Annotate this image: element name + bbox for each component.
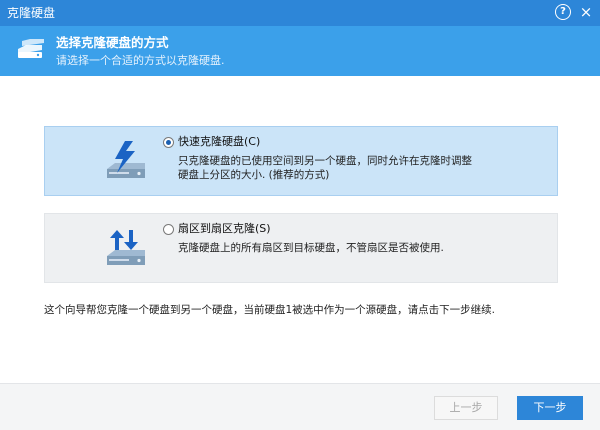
close-button[interactable]: × [578, 4, 594, 20]
sector-transfer-disk-icon [107, 230, 145, 265]
header-title: 选择克隆硬盘的方式 [56, 35, 169, 50]
disk-clone-icon [18, 39, 44, 58]
option-quick-clone[interactable]: 快速克隆硬盘(C) 只克隆硬盘的已使用空间到另一个硬盘，同时允许在克隆时调整硬盘… [44, 126, 558, 196]
quick-clone-radio[interactable] [163, 137, 174, 148]
help-button[interactable]: ? [555, 4, 571, 20]
wizard-info-text: 这个向导帮您克隆一个硬盘到另一个硬盘，当前硬盘1被选中作为一个源硬盘，请点击下一… [44, 304, 496, 316]
sector-clone-description: 克隆硬盘上的所有扇区到目标硬盘，不管扇区是否被使用. [178, 242, 444, 254]
sector-clone-radio[interactable] [163, 224, 174, 235]
option-sector-clone[interactable]: 扇区到扇区克隆(S) 克隆硬盘上的所有扇区到目标硬盘，不管扇区是否被使用. [44, 213, 558, 283]
back-button[interactable]: 上一步 [434, 396, 498, 420]
wizard-header: 选择克隆硬盘的方式 请选择一个合适的方式以克隆硬盘. [0, 26, 600, 76]
quick-clone-description: 只克隆硬盘的已使用空间到另一个硬盘，同时允许在克隆时调整硬盘上分区的大小. (推… [178, 155, 472, 181]
window-titlebar: 克隆硬盘 ? × [0, 0, 600, 26]
lightning-disk-icon [107, 141, 145, 178]
wizard-footer: 上一步 下一步 [0, 383, 600, 430]
quick-clone-label[interactable]: 快速克隆硬盘(C) [178, 135, 260, 149]
next-button[interactable]: 下一步 [517, 396, 583, 420]
window-title: 克隆硬盘 [7, 6, 56, 20]
sector-clone-label[interactable]: 扇区到扇区克隆(S) [178, 222, 271, 236]
header-subtitle: 请选择一个合适的方式以克隆硬盘. [56, 54, 225, 67]
